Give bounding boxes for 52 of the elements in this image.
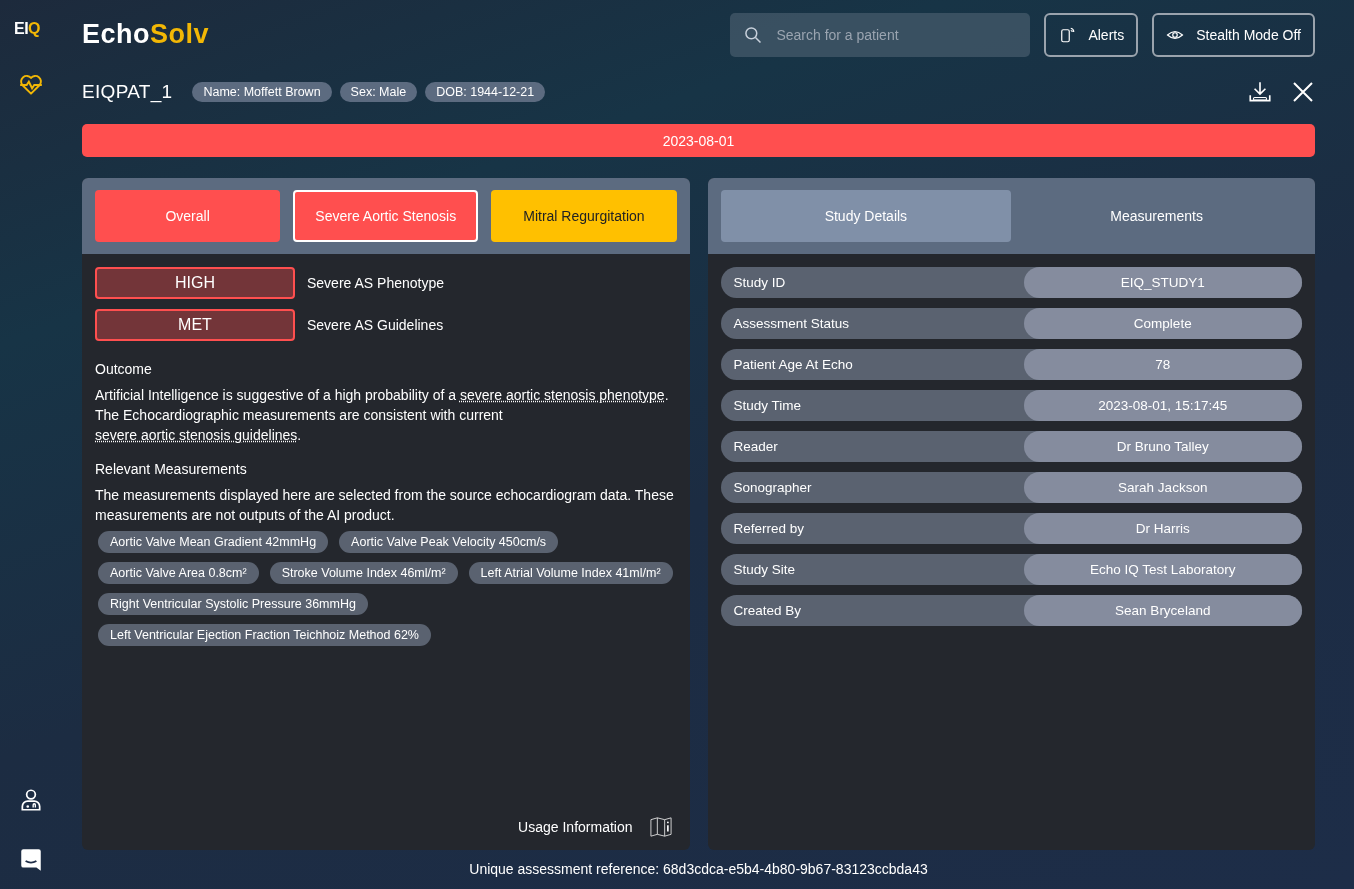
measurement-tag: Aortic Valve Peak Velocity 450cm/s [339,531,559,553]
section-title: Relevant Measurements [95,461,248,477]
detail-value: Dr Bruno Talley [1023,431,1302,462]
chat-icon[interactable] [18,847,44,873]
detail-label: Patient Age At Echo [732,357,854,372]
measurement-tag: Right Ventricular Systolic Pressure 36mmHg [98,593,368,615]
detail-value: Dr Harris [1023,513,1302,544]
logo: EIQ [13,20,41,38]
patient-tag: DOB: 1944-12-21 [425,82,546,102]
panel-tab[interactable]: Measurements [1011,190,1302,242]
brand-logo: EchoSolv [82,18,210,50]
stealth-mode-button[interactable]: Stealth Mode Off [1152,13,1315,57]
detail-value: Complete [1023,308,1302,339]
finding-label: Severe AS Guidelines [307,317,444,333]
detail-value: EIQ_STUDY1 [1023,267,1302,298]
detail-label: Sonographer [732,480,813,495]
measurements-note: The measurements displayed here are selected from the source echocardiogram data. These measurements are not outputs of the AI product. [95,486,675,525]
usage-information-link[interactable]: Usage Information [518,819,633,835]
detail-label: Reader [732,439,779,454]
patient-tag: Name: Moffett Brown [192,82,332,102]
measurement-tag: Left Ventricular Ejection Fraction Teichhoiz Method 62% [98,624,431,646]
detail-label: Created By [732,603,803,618]
result-badge: MET [95,309,295,341]
outcome-link[interactable]: severe aortic stenosis phenotype [460,387,665,403]
detail-label: Referred by [732,521,806,536]
detail-value: 2023-08-01, 15:17:45 [1023,390,1302,421]
detail-label: Study Site [732,562,797,577]
clinician-icon[interactable] [18,787,44,813]
condition-tab[interactable]: Mitral Regurgitation [491,190,677,242]
measurement-tag: Aortic Valve Mean Gradient 42mmHg [98,531,329,553]
outcome-text: Artificial Intelligence is suggestive of a high probability of a severe aortic stenosis phenotype. The Echocardiographic measurements are consistent with current severe aortic stenosis guidelines. [95,386,670,445]
search-icon [743,25,764,45]
measurement-tag: Stroke Volume Index 46ml/m² [269,562,458,584]
measurement-tag: Left Atrial Volume Index 41ml/m² [468,562,673,584]
detail-value: Sean Bryceland [1023,595,1302,626]
patient-id: EIQPAT_1 [82,81,173,103]
result-badge: HIGH [95,267,295,299]
alerts-button[interactable]: Alerts [1044,13,1139,57]
detail-label: Study ID [732,275,787,290]
phone-signal-icon [1058,26,1077,44]
finding-label: Severe AS Phenotype [307,275,444,291]
detail-value: Echo IQ Test Laboratory [1023,554,1302,585]
date-banner: 2023-08-01 [82,124,1315,157]
detail-label: Study Time [732,398,803,413]
detail-value: 78 [1023,349,1302,380]
assessment-reference: Unique assessment reference: 68d3cdca-e5b4-4b80-9b67-83123ccbda43 [468,861,929,877]
section-title: Outcome [95,361,153,377]
patient-tag: Sex: Male [339,82,418,102]
measurement-tag: Aortic Valve Area 0.8cm² [98,562,259,584]
detail-label: Assessment Status [732,316,851,331]
detail-value: Sarah Jackson [1023,472,1302,503]
close-icon[interactable] [1291,80,1315,104]
